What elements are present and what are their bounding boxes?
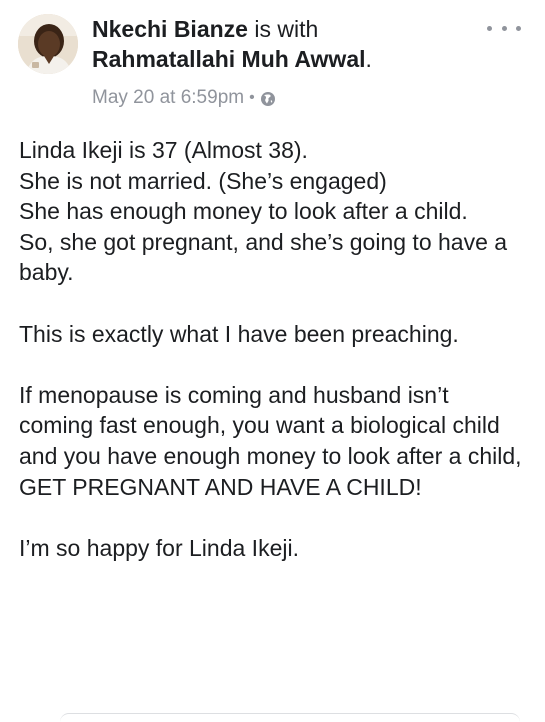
post-timestamp[interactable]: May 20 at 6:59pm	[92, 86, 244, 110]
meta-separator: •	[249, 89, 255, 106]
ellipsis-dot	[501, 25, 507, 31]
post-header: Nkechi Bianze is with Rahmatallahi Muh A…	[0, 0, 545, 115]
post-line: I’m so happy for Linda Ikeji.	[19, 534, 299, 561]
avatar-image	[18, 14, 78, 74]
post-line: So, she got pregnant, and she’s going to…	[19, 228, 508, 286]
post-line: If menopause is coming and husband isn’t…	[19, 381, 522, 500]
tagged-name[interactable]: Rahmatallahi Muh Awwal	[92, 46, 366, 72]
author-avatar[interactable]	[18, 14, 78, 74]
facebook-post: Nkechi Bianze is with Rahmatallahi Muh A…	[0, 0, 545, 719]
post-body: Linda Ikeji is 37 (Almost 38). She is no…	[19, 135, 529, 563]
globe-icon[interactable]	[260, 90, 276, 106]
post-meta: May 20 at 6:59pm •	[92, 86, 276, 110]
comment-box-edge	[60, 713, 520, 722]
post-line: This is exactly what I have been preachi…	[19, 320, 459, 347]
tagged-suffix: .	[365, 46, 372, 72]
post-line: She has enough money to look after a chi…	[19, 198, 468, 225]
ellipsis-dot	[487, 25, 492, 31]
author-block: Nkechi Bianze is with Rahmatallahi Muh A…	[92, 14, 472, 74]
with-text: is with	[254, 16, 319, 42]
post-line: She is not married. (She’s engaged)	[19, 167, 387, 194]
ellipsis-dot	[516, 25, 521, 31]
author-name[interactable]: Nkechi Bianze	[92, 16, 248, 42]
ellipsis-icon[interactable]	[487, 20, 521, 36]
post-line: Linda Ikeji is 37 (Almost 38).	[19, 137, 308, 163]
